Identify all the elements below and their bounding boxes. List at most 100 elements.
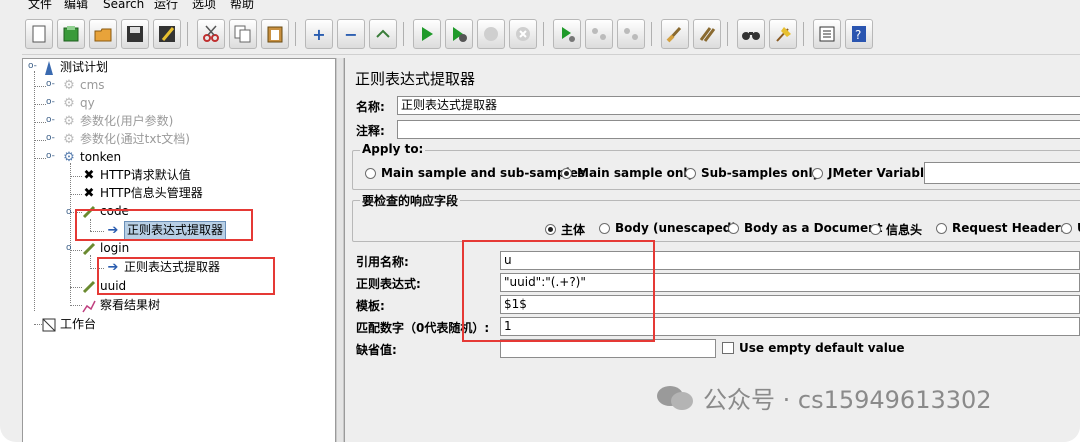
- copy-icon[interactable]: [229, 19, 257, 49]
- tree-node-tonken[interactable]: ⚙ tonken: [61, 149, 121, 166]
- thread-group-gear-icon: ⚙: [63, 132, 75, 147]
- radio-main-and-sub[interactable]: Main sample and sub-samples: [365, 166, 585, 180]
- clear-all-icon[interactable]: [693, 19, 721, 49]
- paste-icon[interactable]: [261, 19, 289, 49]
- tree-node-qy[interactable]: ⚙ qy: [61, 95, 95, 112]
- radio-main-only[interactable]: Main sample only: [561, 166, 695, 180]
- radio-label: JMeter Variable: [828, 166, 933, 180]
- tree-node-http-header-manager[interactable]: ✖ HTTP信息头管理器: [81, 185, 203, 202]
- response-field-title: 要检查的响应字段: [360, 192, 461, 209]
- templates-icon[interactable]: [57, 19, 85, 49]
- apply-to-title: Apply to:: [360, 142, 426, 156]
- remote-start-icon[interactable]: [553, 19, 581, 49]
- stop-icon[interactable]: [477, 19, 505, 49]
- jmeter-window: 文件 编辑 Search 运行 选项 帮助 + − ? o- o- o- o- …: [0, 0, 1080, 442]
- tree-node-http-defaults[interactable]: ✖ HTTP请求默认值: [81, 167, 191, 184]
- expand-toggle-icon[interactable]: o: [66, 243, 72, 253]
- menu-run[interactable]: 运行: [154, 0, 178, 11]
- radio-label: Main sample only: [577, 166, 696, 180]
- expand-toggle-icon[interactable]: o-: [46, 115, 55, 125]
- radio-selected-icon: [561, 167, 572, 179]
- tree-node-label: qy: [80, 96, 95, 110]
- radio-circle-icon: [812, 167, 823, 179]
- tree-node-param-user[interactable]: ⚙ 参数化(用户参数): [61, 113, 173, 130]
- save-as-icon[interactable]: [153, 19, 181, 49]
- workbench-icon: [41, 317, 57, 333]
- watermark: 公众号 · cs15949613302: [655, 380, 992, 415]
- radio-selected-icon: [545, 224, 556, 235]
- radio-circle-icon: [365, 167, 376, 179]
- tree-node-label: tonken: [80, 150, 122, 164]
- radio-jmeter-variable[interactable]: JMeter Variable: [812, 166, 932, 180]
- radio-body-unescaped[interactable]: Body (unescaped): [599, 221, 737, 235]
- expand-toggle-icon[interactable]: o-: [28, 61, 37, 71]
- thread-group-gear-icon: ⚙: [63, 78, 75, 93]
- expand-toggle-icon[interactable]: o-: [46, 79, 55, 89]
- tree-node-workbench[interactable]: 工作台: [41, 316, 96, 333]
- remote-stop-icon[interactable]: [585, 19, 613, 49]
- help-icon[interactable]: ?: [845, 19, 873, 49]
- splitter[interactable]: [336, 58, 344, 442]
- menu-bar: 文件 编辑 Search 运行 选项 帮助: [0, 0, 1080, 14]
- expand-toggle-icon[interactable]: o-: [46, 151, 55, 161]
- default-value-label: 缺省值:: [356, 343, 397, 357]
- test-plan-icon: [41, 60, 57, 76]
- menu-file[interactable]: 文件: [28, 0, 52, 11]
- tree-node-label: 工作台: [60, 317, 97, 331]
- radio-sub-only[interactable]: Sub-samples only: [685, 166, 820, 180]
- menu-options[interactable]: 选项: [192, 0, 216, 11]
- expand-toggle-icon[interactable]: o: [66, 207, 72, 217]
- comment-field[interactable]: [397, 120, 1080, 139]
- test-plan-tree[interactable]: o- o- o- o- o- o- o o 测试计划 ⚙ cms ⚙ qy ⚙ …: [22, 58, 336, 442]
- svg-text:?: ?: [855, 28, 861, 42]
- radio-url[interactable]: U: [1061, 221, 1080, 235]
- use-empty-default-checkbox[interactable]: Use empty default value: [722, 341, 905, 355]
- jmeter-variable-input[interactable]: [924, 162, 1080, 184]
- thread-group-gear-icon: ⚙: [63, 150, 75, 165]
- menu-help[interactable]: 帮助: [230, 0, 254, 11]
- menu-search[interactable]: Search: [103, 0, 144, 11]
- expand-icon[interactable]: +: [305, 19, 333, 49]
- toggle-icon[interactable]: [369, 19, 397, 49]
- search-icon[interactable]: [737, 19, 765, 49]
- start-no-pause-icon[interactable]: [445, 19, 473, 49]
- sampler-pipette-icon: [81, 241, 97, 257]
- tree-node-view-results-tree[interactable]: 察看结果树: [81, 297, 160, 314]
- save-icon[interactable]: [121, 19, 149, 49]
- start-icon[interactable]: [413, 19, 441, 49]
- expand-toggle-icon[interactable]: o-: [46, 133, 55, 143]
- new-icon[interactable]: [25, 19, 53, 49]
- function-helper-icon[interactable]: [813, 19, 841, 49]
- collapse-icon[interactable]: −: [337, 19, 365, 49]
- menu-edit[interactable]: 编辑: [64, 0, 88, 11]
- open-icon[interactable]: [89, 19, 117, 49]
- radio-label: Body as a Document: [744, 221, 883, 235]
- radio-body[interactable]: 主体: [545, 221, 585, 238]
- remote-shutdown-icon[interactable]: [617, 19, 645, 49]
- radio-headers[interactable]: 信息头: [870, 221, 922, 238]
- tree-node-test-plan[interactable]: 测试计划: [41, 59, 108, 76]
- radio-circle-icon: [870, 224, 881, 235]
- radio-circle-icon: [1061, 222, 1072, 234]
- comment-label: 注释:: [356, 124, 385, 138]
- tree-node-param-txt[interactable]: ⚙ 参数化(通过txt文档): [61, 131, 190, 148]
- checkbox-label: Use empty default value: [739, 341, 905, 355]
- shutdown-icon[interactable]: [509, 19, 537, 49]
- expand-toggle-icon[interactable]: o-: [46, 97, 55, 107]
- tree-node-cms[interactable]: ⚙ cms: [61, 77, 104, 94]
- name-field[interactable]: 正则表达式提取器: [397, 96, 1080, 115]
- radio-request-headers[interactable]: Request Headers: [936, 221, 1068, 235]
- tree-node-label: login: [100, 241, 130, 255]
- radio-body-as-document[interactable]: Body as a Document: [728, 221, 882, 235]
- radio-label: Request Headers: [952, 221, 1068, 235]
- clear-icon[interactable]: [661, 19, 689, 49]
- tree-node-label: 察看结果树: [100, 298, 161, 312]
- thread-group-gear-icon: ⚙: [63, 114, 75, 129]
- cut-icon[interactable]: [197, 19, 225, 49]
- reset-search-icon[interactable]: [769, 19, 797, 49]
- tree-node-login[interactable]: login: [81, 240, 129, 257]
- tree-node-label: 参数化(用户参数): [80, 114, 174, 128]
- tree-node-label: 测试计划: [60, 60, 109, 74]
- radio-label: 主体: [561, 223, 586, 237]
- radio-label: 信息头: [886, 223, 923, 237]
